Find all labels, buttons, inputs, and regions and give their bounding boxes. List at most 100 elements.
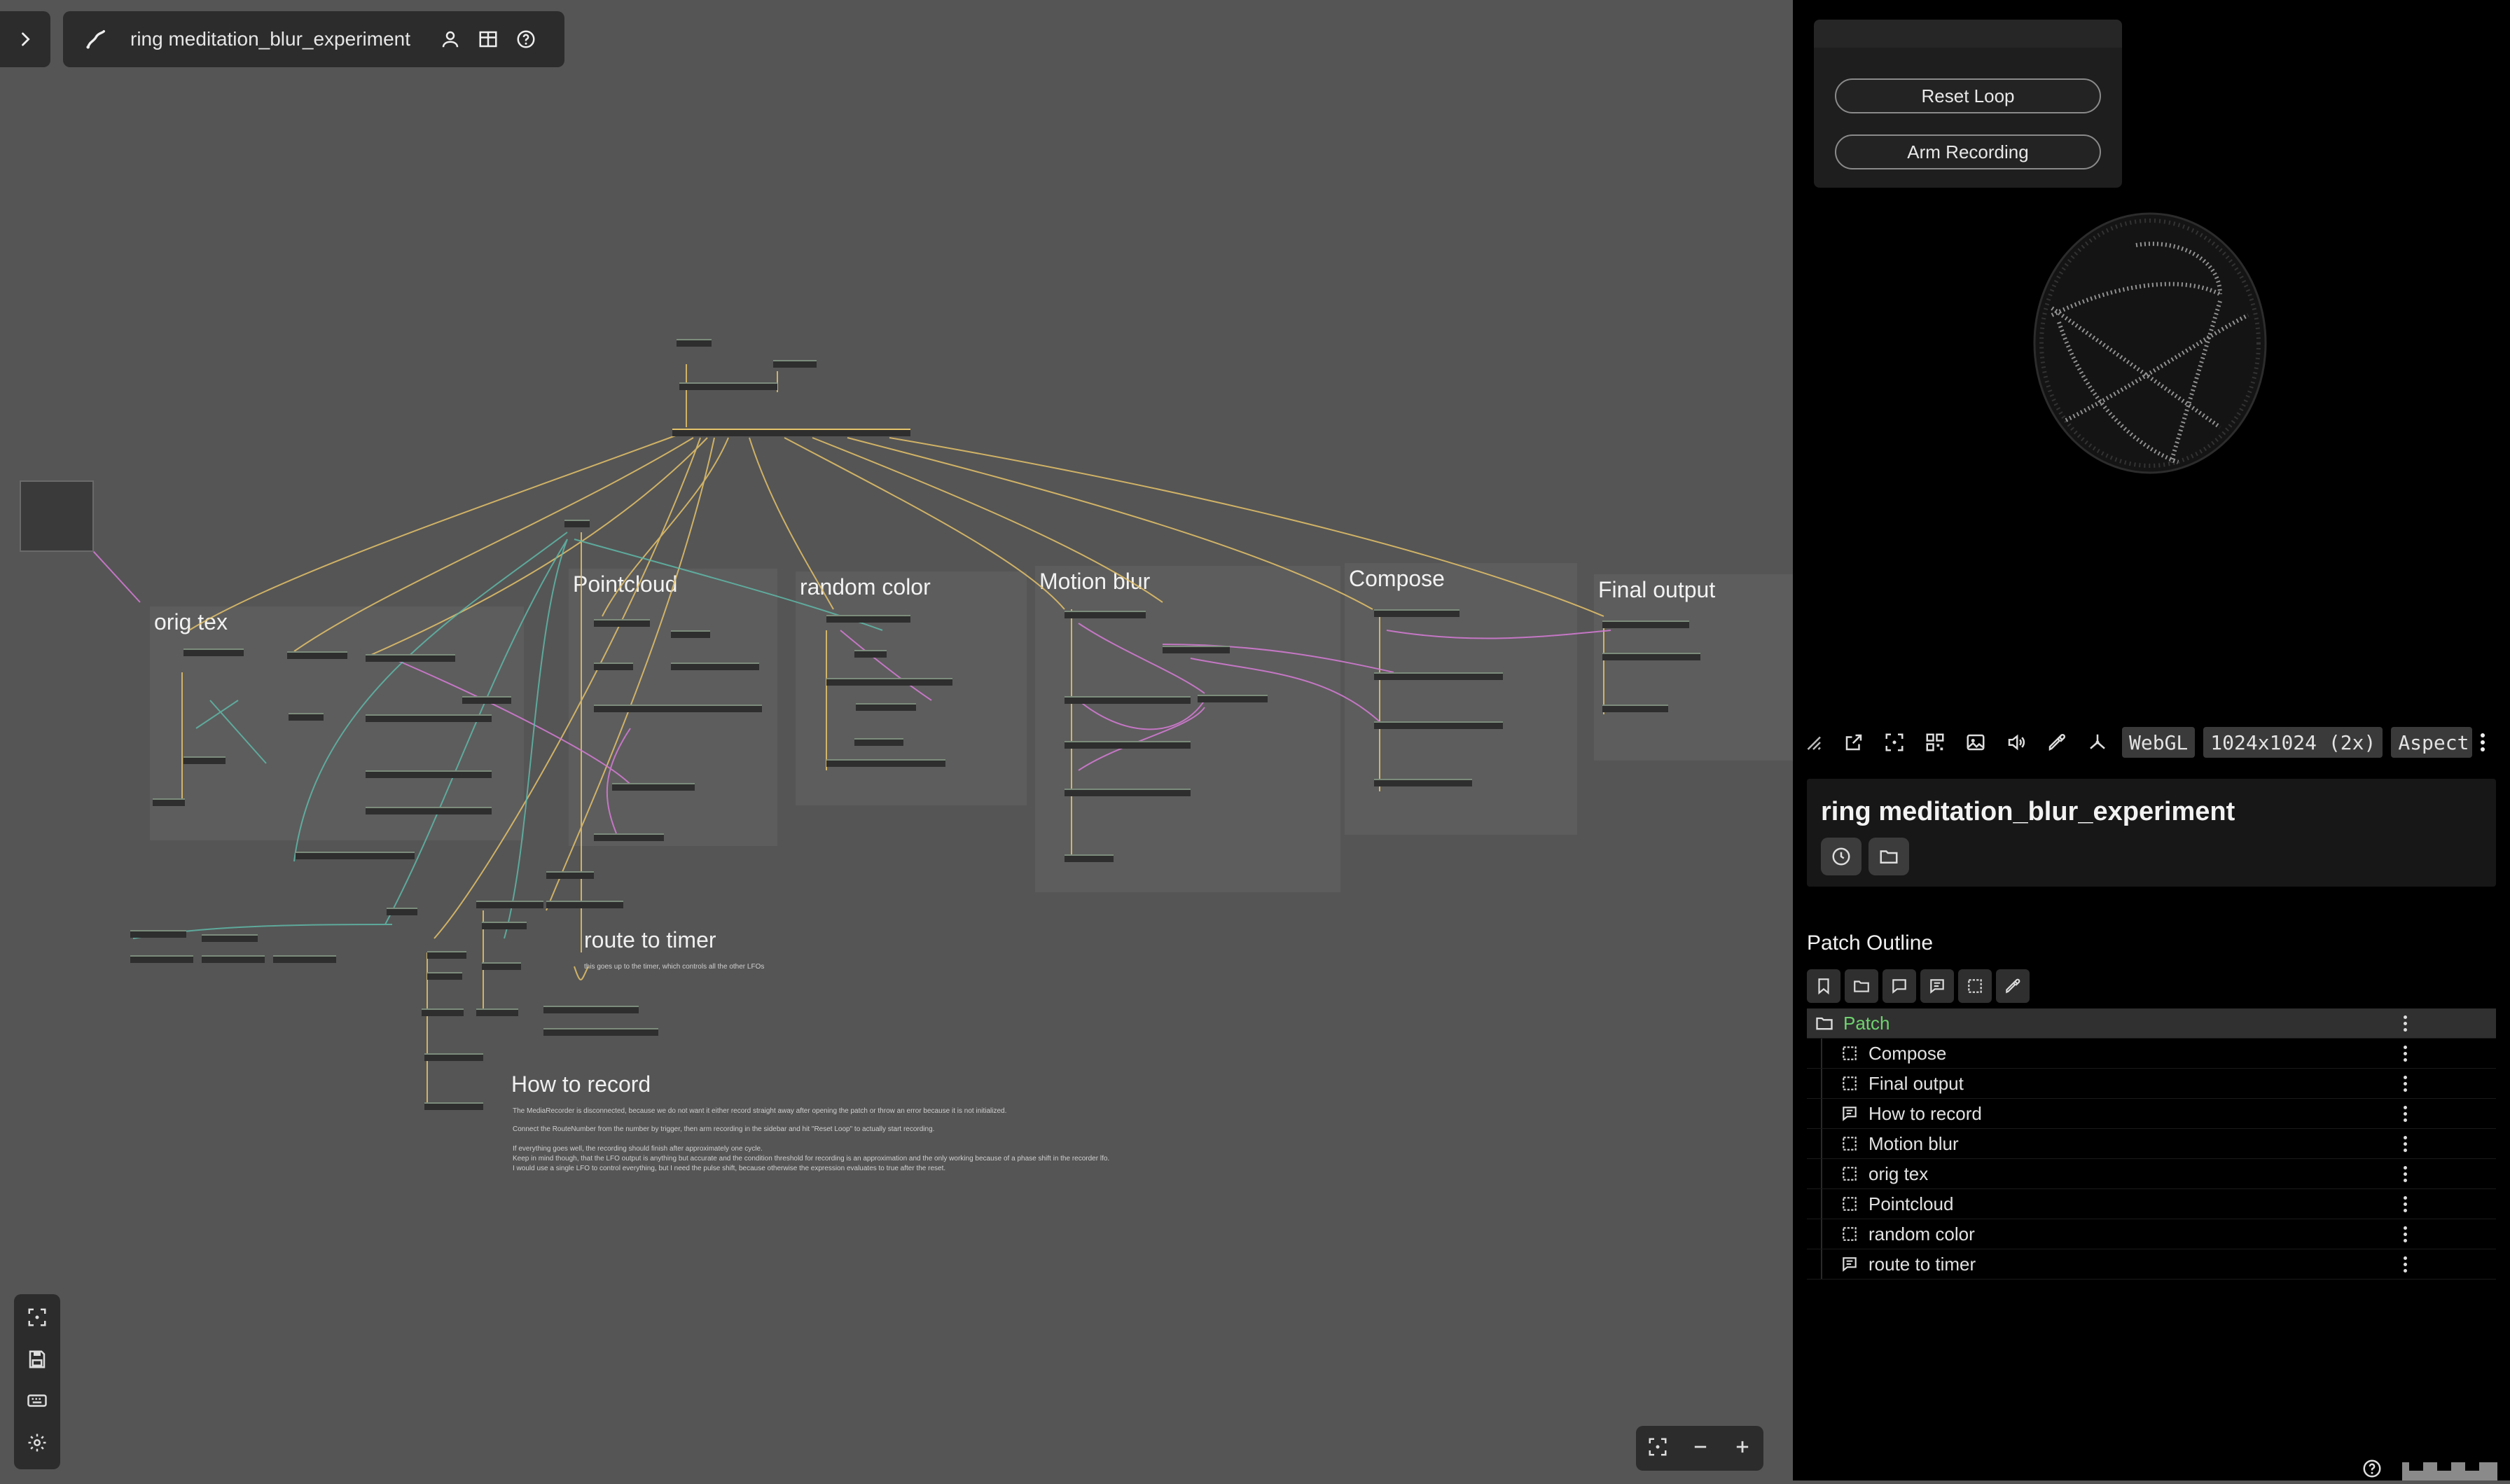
operator-node[interactable] (594, 705, 762, 712)
operator-node[interactable] (1065, 854, 1114, 862)
resolution-badge[interactable]: 1024x1024 (2x) (2203, 727, 2383, 758)
row-menu-button[interactable] (2404, 1159, 2407, 1188)
operator-node[interactable] (366, 654, 455, 662)
texture-preview-node[interactable] (20, 480, 94, 552)
row-menu-button[interactable] (2404, 1189, 2407, 1219)
operator-node[interactable] (366, 714, 492, 722)
row-menu-button[interactable] (2404, 1219, 2407, 1249)
zoom-out-button[interactable] (1691, 1437, 1710, 1460)
operator-node[interactable] (273, 955, 336, 963)
operator-node[interactable] (612, 783, 695, 791)
help-button[interactable] (2362, 1458, 2383, 1483)
operator-node[interactable] (672, 429, 910, 436)
operator-node[interactable] (183, 649, 244, 656)
outline-item[interactable]: How to record (1807, 1099, 2496, 1129)
operator-node[interactable] (854, 738, 903, 746)
color-picker-button[interactable] (2037, 722, 2077, 763)
operator-node[interactable] (1198, 695, 1268, 702)
operator-node[interactable] (476, 1008, 518, 1016)
patch-title[interactable]: ring meditation_blur_experiment (130, 28, 410, 50)
operator-node[interactable] (424, 1102, 483, 1110)
operator-node[interactable] (546, 901, 623, 908)
operator-node[interactable] (856, 703, 916, 711)
outline-item[interactable]: Final output (1807, 1069, 2496, 1099)
operator-node[interactable] (1374, 672, 1503, 680)
audio-button[interactable] (1996, 722, 2037, 763)
operator-node[interactable] (1163, 646, 1230, 653)
axis-helper-button[interactable] (2077, 722, 2118, 763)
operator-node[interactable] (677, 339, 712, 347)
operator-node[interactable] (296, 852, 415, 859)
operator-node[interactable] (289, 713, 324, 721)
outline-item[interactable]: orig tex (1807, 1159, 2496, 1189)
reset-loop-button[interactable]: Reset Loop (1835, 78, 2101, 113)
operator-node[interactable] (424, 1053, 483, 1061)
row-menu-button[interactable] (2404, 1249, 2407, 1279)
save-button[interactable] (27, 1349, 48, 1373)
operator-node[interactable] (476, 901, 543, 908)
operator-node[interactable] (427, 972, 462, 980)
operator-node[interactable] (826, 678, 952, 686)
operator-node[interactable] (543, 1028, 658, 1036)
help-button[interactable] (507, 20, 545, 58)
open-folder-button[interactable] (1868, 838, 1909, 875)
operator-node[interactable] (1374, 721, 1503, 729)
outline-item[interactable]: Compose (1807, 1039, 2496, 1069)
outline-item[interactable]: Motion blur (1807, 1129, 2496, 1159)
operator-node[interactable] (202, 934, 258, 942)
operator-node[interactable] (387, 908, 417, 915)
row-menu-button[interactable] (2404, 1099, 2407, 1128)
more-options-button[interactable] (2481, 733, 2485, 751)
qr-code-button[interactable] (1915, 722, 1955, 763)
operator-node[interactable] (462, 696, 511, 704)
operator-node[interactable] (366, 770, 492, 778)
operator-node[interactable] (1065, 741, 1191, 749)
operator-node[interactable] (130, 955, 193, 963)
operator-node[interactable] (1065, 789, 1191, 796)
operator-node[interactable] (1602, 653, 1700, 660)
outline-item[interactable]: route to timer (1807, 1249, 2496, 1280)
fullscreen-button[interactable] (1874, 722, 1915, 763)
operator-node[interactable] (1065, 611, 1146, 618)
operator-node[interactable] (773, 360, 817, 368)
operator-node[interactable] (427, 951, 466, 959)
open-external-button[interactable] (1833, 722, 1874, 763)
outline-item[interactable]: random color (1807, 1219, 2496, 1249)
history-button[interactable] (1821, 838, 1861, 875)
aspect-badge[interactable]: Aspect (2391, 727, 2473, 758)
operator-node[interactable] (153, 798, 185, 806)
filter-colored-button[interactable] (1996, 969, 2030, 1003)
operator-node[interactable] (482, 922, 527, 929)
filter-bookmarks-button[interactable] (1807, 969, 1840, 1003)
operator-node[interactable] (130, 930, 186, 938)
zoom-in-button[interactable] (1733, 1437, 1752, 1460)
operator-node[interactable] (546, 871, 594, 879)
operator-node[interactable] (543, 1006, 639, 1013)
operator-node[interactable] (826, 759, 945, 767)
screenshot-button[interactable] (1955, 722, 1996, 763)
operator-node[interactable] (1602, 620, 1689, 628)
operator-node[interactable] (671, 663, 759, 670)
resize-handle[interactable] (1793, 722, 1833, 763)
layout-button[interactable] (469, 20, 507, 58)
operator-node[interactable] (482, 962, 521, 970)
operator-node[interactable] (564, 520, 590, 527)
filter-text-comments-button[interactable] (1920, 969, 1954, 1003)
row-menu-button[interactable] (2404, 1069, 2407, 1098)
settings-button[interactable] (27, 1432, 48, 1457)
operator-node[interactable] (854, 650, 887, 658)
operator-node[interactable] (1065, 696, 1191, 704)
operator-node[interactable] (287, 651, 347, 659)
zoom-fit-button[interactable] (1647, 1436, 1668, 1461)
row-menu-button[interactable] (2404, 1129, 2407, 1158)
patch-menu-button[interactable] (77, 20, 115, 58)
keyboard-button[interactable] (27, 1390, 48, 1415)
operator-node[interactable] (594, 663, 633, 670)
operator-node[interactable] (679, 382, 777, 390)
user-button[interactable] (431, 20, 469, 58)
arm-recording-button[interactable]: Arm Recording (1835, 134, 2101, 169)
operator-node[interactable] (183, 756, 226, 764)
filter-areas-button[interactable] (1958, 969, 1992, 1003)
operator-node[interactable] (202, 955, 265, 963)
filter-subpatches-button[interactable] (1845, 969, 1878, 1003)
